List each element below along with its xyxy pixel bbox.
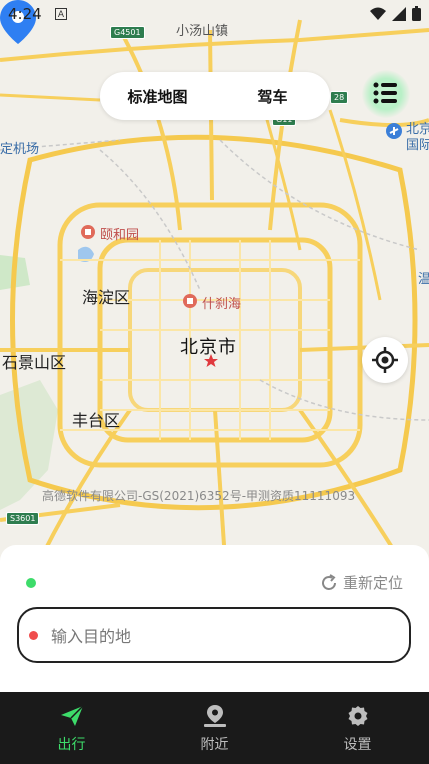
nav-item-travel[interactable]: 出行 bbox=[0, 692, 143, 764]
locate-button[interactable] bbox=[362, 337, 408, 383]
status-time: 4:24 bbox=[8, 5, 42, 23]
nav-label-travel: 出行 bbox=[57, 737, 86, 753]
crosshair-icon bbox=[372, 347, 398, 373]
map-label-haidian: 海淀区 bbox=[82, 288, 131, 307]
map-label-guoji: 国际 bbox=[406, 138, 429, 153]
trip-panel: 重新定位 bbox=[0, 545, 429, 695]
gear-icon bbox=[348, 706, 367, 726]
signal-icon bbox=[392, 6, 406, 21]
notification-icon: A bbox=[55, 8, 67, 20]
destination-input[interactable] bbox=[49, 609, 393, 663]
map-label-right-edge: 温 bbox=[418, 272, 429, 287]
map-label-shichahai: 什刹海 bbox=[202, 297, 242, 312]
shichahai-poi-icon bbox=[183, 294, 197, 308]
map-label-yiheyuan: 颐和园 bbox=[100, 228, 140, 243]
nearby-location-icon bbox=[203, 705, 226, 727]
map-label-airport: 定机场 bbox=[0, 142, 40, 157]
map-label-fengtai: 丰台区 bbox=[72, 411, 121, 430]
paper-plane-icon bbox=[60, 705, 84, 726]
travel-mode-button[interactable]: 驾车 bbox=[215, 86, 330, 107]
list-menu-icon bbox=[373, 82, 397, 104]
nav-item-settings[interactable]: 设置 bbox=[286, 692, 429, 764]
battery-icon bbox=[412, 6, 421, 21]
nav-label-settings: 设置 bbox=[343, 737, 372, 753]
status-bar: 4:24 A bbox=[0, 0, 429, 30]
map-copyright: 高德软件有限公司-GS(2021)6352号-甲测资质11111093 bbox=[42, 489, 356, 503]
airport-icon bbox=[386, 123, 402, 139]
yiheyuan-poi-icon bbox=[81, 225, 95, 239]
menu-button[interactable] bbox=[362, 70, 410, 118]
mode-switch: 标准地图 驾车 bbox=[100, 72, 330, 120]
highway-shield-28: 28 bbox=[330, 91, 349, 104]
bottom-nav: 出行 附近 设置 bbox=[0, 692, 429, 764]
map-label-shijingshan: 石景山区 bbox=[2, 353, 67, 372]
destination-dot bbox=[29, 631, 38, 640]
location-status-dot bbox=[26, 578, 36, 588]
highway-shield-s3601: S3601 bbox=[6, 512, 40, 525]
relocate-label: 重新定位 bbox=[342, 574, 403, 592]
relocate-button[interactable]: 重新定位 bbox=[320, 572, 403, 593]
capital-star-icon bbox=[204, 354, 218, 367]
refresh-icon bbox=[322, 573, 336, 590]
wifi-icon bbox=[370, 7, 386, 20]
nav-item-nearby[interactable]: 附近 bbox=[143, 692, 286, 764]
nav-label-nearby: 附近 bbox=[200, 737, 229, 753]
destination-field[interactable] bbox=[17, 607, 411, 663]
map-type-button[interactable]: 标准地图 bbox=[100, 86, 215, 107]
